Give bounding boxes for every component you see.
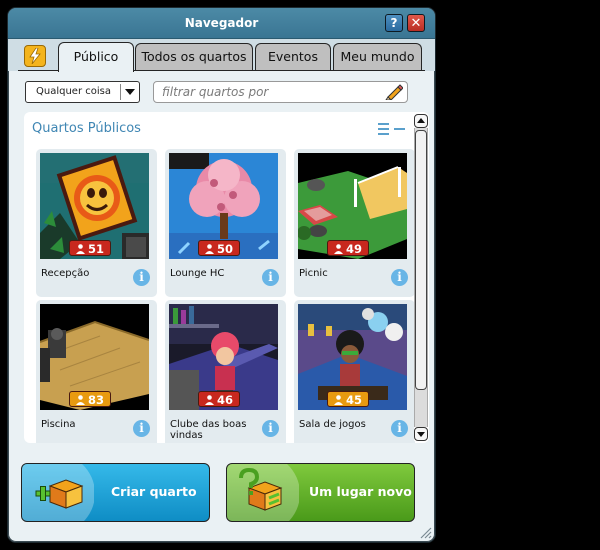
user-count-badge: 83	[69, 391, 111, 407]
section-title: Quartos Públicos	[32, 121, 141, 136]
user-count: 46	[217, 393, 234, 407]
list-view-icon[interactable]	[378, 123, 406, 135]
help-button[interactable]: ?	[385, 14, 403, 32]
room-filter-select[interactable]: Qualquer coisa	[25, 81, 140, 103]
room-card[interactable]: 51 Recepção i	[36, 149, 157, 297]
tab-events[interactable]: Eventos	[255, 43, 331, 71]
info-icon[interactable]: i	[133, 269, 150, 286]
user-count-badge: 46	[198, 391, 240, 407]
person-icon	[76, 395, 85, 405]
room-card[interactable]: 45 Sala de jogos i	[294, 300, 415, 443]
public-rooms-panel: Quartos Públicos 51 Recepção i 50 Lounge…	[24, 112, 429, 443]
info-icon[interactable]: i	[133, 420, 150, 437]
room-search-field[interactable]	[153, 81, 408, 103]
user-count-badge: 50	[198, 240, 240, 256]
room-card[interactable]: 83 Piscina i	[36, 300, 157, 443]
user-count: 45	[346, 393, 363, 407]
close-button[interactable]: ✕	[407, 14, 425, 32]
create-room-label: Criar quarto	[111, 484, 197, 499]
room-name: Sala de jogos	[299, 419, 366, 430]
room-search-input[interactable]	[162, 83, 372, 101]
random-room-label: Um lugar novo	[309, 484, 412, 499]
window-title: Navegador	[184, 16, 259, 30]
random-room-icon	[227, 464, 299, 521]
chevron-down-icon	[125, 89, 135, 95]
user-count-badge: 45	[327, 391, 369, 407]
person-icon	[205, 395, 214, 405]
person-icon	[205, 244, 214, 254]
info-icon[interactable]: i	[262, 269, 279, 286]
create-room-icon	[22, 464, 94, 521]
info-icon[interactable]: i	[391, 420, 408, 437]
resize-grip-icon[interactable]	[420, 527, 432, 539]
user-count: 51	[88, 242, 105, 256]
room-card[interactable]: 50 Lounge HC i	[165, 149, 286, 297]
user-count-badge: 49	[327, 240, 369, 256]
user-count: 49	[346, 242, 363, 256]
scroll-down-button[interactable]	[414, 427, 428, 441]
scroll-up-button[interactable]	[414, 114, 428, 128]
vertical-scrollbar[interactable]	[414, 114, 428, 441]
room-filter-value: Qualquer coisa	[36, 86, 111, 97]
tab-my-world[interactable]: Meu mundo	[333, 43, 422, 71]
user-count: 83	[88, 393, 105, 407]
room-name: Picnic	[299, 268, 328, 279]
pencil-icon[interactable]	[385, 84, 403, 100]
navigator-window: Navegador ? ✕ Público Todos os quartos E…	[7, 7, 436, 543]
lightning-icon[interactable]	[24, 45, 46, 67]
info-icon[interactable]: i	[391, 269, 408, 286]
person-icon	[334, 244, 343, 254]
tab-public[interactable]: Público	[58, 42, 134, 72]
create-room-button[interactable]: Criar quarto	[21, 463, 210, 522]
room-card[interactable]: 46 Clube das boas vindas i	[165, 300, 286, 443]
user-count-badge: 51	[69, 240, 111, 256]
scroll-thumb[interactable]	[415, 130, 427, 390]
room-name: Lounge HC	[170, 268, 225, 279]
person-icon	[334, 395, 343, 405]
user-count: 50	[217, 242, 234, 256]
person-icon	[76, 244, 85, 254]
title-bar[interactable]: Navegador ? ✕	[8, 8, 435, 39]
panel-header: Quartos Públicos	[24, 112, 412, 144]
tab-all-rooms[interactable]: Todos os quartos	[135, 43, 253, 71]
room-card[interactable]: 49 Picnic i	[294, 149, 415, 297]
room-name: Recepção	[41, 268, 90, 279]
info-icon[interactable]: i	[262, 420, 279, 437]
room-name: Clube das boas vindas	[170, 419, 247, 441]
select-separator	[120, 84, 121, 100]
random-room-button[interactable]: Um lugar novo	[226, 463, 415, 522]
room-name: Piscina	[41, 419, 76, 430]
